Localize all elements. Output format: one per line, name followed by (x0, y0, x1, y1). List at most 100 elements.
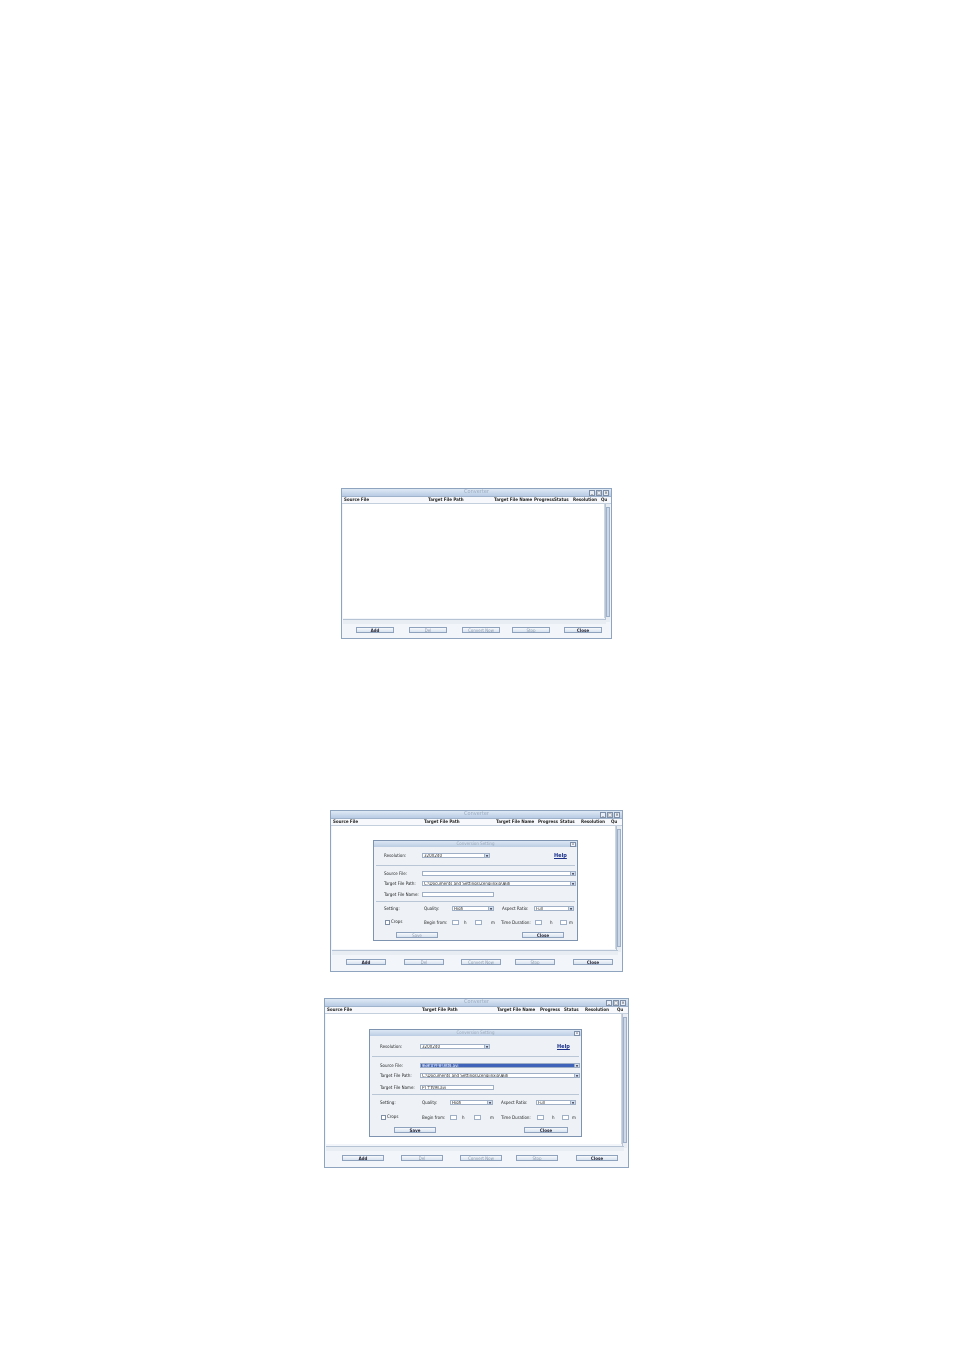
duration-hour-stepper[interactable] (537, 1115, 544, 1120)
target-name-input[interactable]: PT工程图.avi (420, 1085, 494, 1090)
source-file-select[interactable]: ▼ (422, 871, 576, 876)
duration-hour-stepper[interactable] (535, 920, 542, 925)
target-path-select[interactable]: C:\Documents and Settings\Zengjinxia\桌面 … (422, 881, 576, 886)
close-button[interactable]: Close (576, 1155, 618, 1161)
horizontal-scrollbar[interactable] (343, 619, 606, 624)
column-source-file[interactable]: Source File (344, 497, 369, 503)
column-target-file-path[interactable]: Target File Path (422, 1007, 458, 1013)
scroll-thumb[interactable] (606, 507, 610, 617)
hour-unit-label: h (552, 1115, 555, 1120)
column-status[interactable]: Status (560, 819, 575, 825)
vertical-scrollbar[interactable] (616, 826, 621, 952)
begin-hour-stepper[interactable] (452, 920, 459, 925)
help-link[interactable]: Help (557, 1044, 570, 1050)
begin-minute-stepper[interactable] (475, 920, 482, 925)
aspect-ratio-label: Aspect Ratio: (502, 906, 529, 911)
resolution-select[interactable]: 320X240 ▼ (420, 1044, 490, 1049)
maximize-icon[interactable]: □ (607, 812, 613, 818)
target-path-label: Target File Path: (380, 1073, 412, 1078)
quality-label: Quality: (422, 1100, 438, 1105)
convert-now-button[interactable]: Convert Now (461, 959, 501, 965)
maximize-icon[interactable]: □ (596, 490, 602, 496)
column-target-file-path[interactable]: Target File Path (424, 819, 460, 825)
column-progress[interactable]: Progress (538, 819, 558, 825)
resolution-value: 320X240 (424, 853, 443, 858)
column-progress[interactable]: Progress (534, 497, 554, 503)
minimize-icon[interactable]: _ (600, 812, 606, 818)
minimize-icon[interactable]: _ (589, 490, 595, 496)
aspect-ratio-select[interactable]: Full ▼ (536, 1100, 576, 1105)
column-source-file[interactable]: Source File (327, 1007, 352, 1013)
close-icon[interactable]: × (603, 490, 609, 496)
resolution-label: Resolution: (384, 853, 407, 858)
stop-button[interactable]: Stop (512, 627, 550, 633)
aspect-ratio-select[interactable]: Full ▼ (534, 906, 574, 911)
dialog-close-icon[interactable]: × (570, 842, 576, 847)
crops-checkbox[interactable] (381, 1115, 386, 1120)
column-target-file-name[interactable]: Target File Name (494, 497, 532, 503)
save-button[interactable]: Save (396, 932, 438, 938)
crops-checkbox[interactable] (385, 920, 390, 925)
column-resolution[interactable]: Resolution (581, 819, 605, 825)
maximize-icon[interactable]: □ (613, 1000, 619, 1006)
close-icon[interactable]: × (614, 812, 620, 818)
target-path-select[interactable]: C:\Documents and Settings\Zengjinxia\桌面 … (420, 1073, 580, 1078)
vertical-scrollbar[interactable] (605, 504, 610, 622)
add-button[interactable]: Add (356, 627, 394, 633)
column-quality[interactable]: Qu (601, 497, 607, 503)
convert-now-button[interactable]: Convert Now (460, 1155, 502, 1161)
minimize-icon[interactable]: _ (606, 1000, 612, 1006)
dialog-close-button[interactable]: Close (522, 932, 564, 938)
horizontal-scrollbar[interactable] (332, 950, 618, 955)
quality-value: High (454, 906, 464, 911)
quality-select[interactable]: High ▼ (450, 1100, 493, 1105)
del-button[interactable]: Del (401, 1155, 443, 1161)
add-button[interactable]: Add (346, 959, 386, 965)
column-target-file-path[interactable]: Target File Path (428, 497, 464, 503)
divider (372, 1056, 579, 1057)
close-button[interactable]: Close (564, 627, 602, 633)
del-button[interactable]: Del (409, 627, 447, 633)
resolution-select[interactable]: 320X240 ▼ (422, 853, 490, 858)
scroll-thumb[interactable] (623, 1017, 627, 1143)
title-bar[interactable]: Converter _ □ × (342, 489, 611, 497)
scroll-thumb[interactable] (617, 829, 621, 947)
title-bar[interactable]: Converter _ □ × (325, 999, 628, 1007)
column-quality[interactable]: Qu (611, 819, 617, 825)
convert-now-button[interactable]: Convert Now (462, 627, 500, 633)
stop-button[interactable]: Stop (515, 959, 555, 965)
help-link[interactable]: Help (554, 853, 567, 859)
duration-minute-stepper[interactable] (560, 920, 567, 925)
conversion-setting-dialog: Conversion Setting × Resolution: 320X240… (373, 840, 578, 941)
column-resolution[interactable]: Resolution (573, 497, 597, 503)
column-quality[interactable]: Qu (617, 1007, 623, 1013)
stop-button[interactable]: Stop (516, 1155, 558, 1161)
column-progress[interactable]: Progress (540, 1007, 560, 1013)
vertical-scrollbar[interactable] (622, 1014, 627, 1148)
converter-window-empty: Converter _ □ × Source File Target File … (341, 488, 612, 639)
close-button[interactable]: Close (573, 959, 613, 965)
minute-unit-label: m (569, 920, 573, 925)
duration-minute-stepper[interactable] (562, 1115, 569, 1120)
chevron-down-icon: ▼ (488, 907, 493, 911)
column-target-file-name[interactable]: Target File Name (496, 819, 534, 825)
close-icon[interactable]: × (620, 1000, 626, 1006)
begin-hour-stepper[interactable] (450, 1115, 457, 1120)
column-status[interactable]: Status (554, 497, 569, 503)
file-list[interactable] (343, 504, 605, 618)
save-button[interactable]: Save (394, 1127, 436, 1133)
begin-minute-stepper[interactable] (474, 1115, 481, 1120)
horizontal-scrollbar[interactable] (326, 1146, 624, 1151)
source-file-select[interactable]: 新建文件夹\视频.avi ▼ (420, 1063, 580, 1068)
quality-select[interactable]: High ▼ (452, 906, 494, 911)
column-target-file-name[interactable]: Target File Name (497, 1007, 535, 1013)
target-name-input[interactable] (422, 892, 494, 897)
column-status[interactable]: Status (564, 1007, 579, 1013)
column-source-file[interactable]: Source File (333, 819, 358, 825)
column-resolution[interactable]: Resolution (585, 1007, 609, 1013)
title-bar[interactable]: Converter _ □ × (331, 811, 622, 819)
add-button[interactable]: Add (342, 1155, 384, 1161)
dialog-close-icon[interactable]: × (574, 1031, 580, 1036)
dialog-close-button[interactable]: Close (524, 1127, 568, 1133)
del-button[interactable]: Del (404, 959, 444, 965)
